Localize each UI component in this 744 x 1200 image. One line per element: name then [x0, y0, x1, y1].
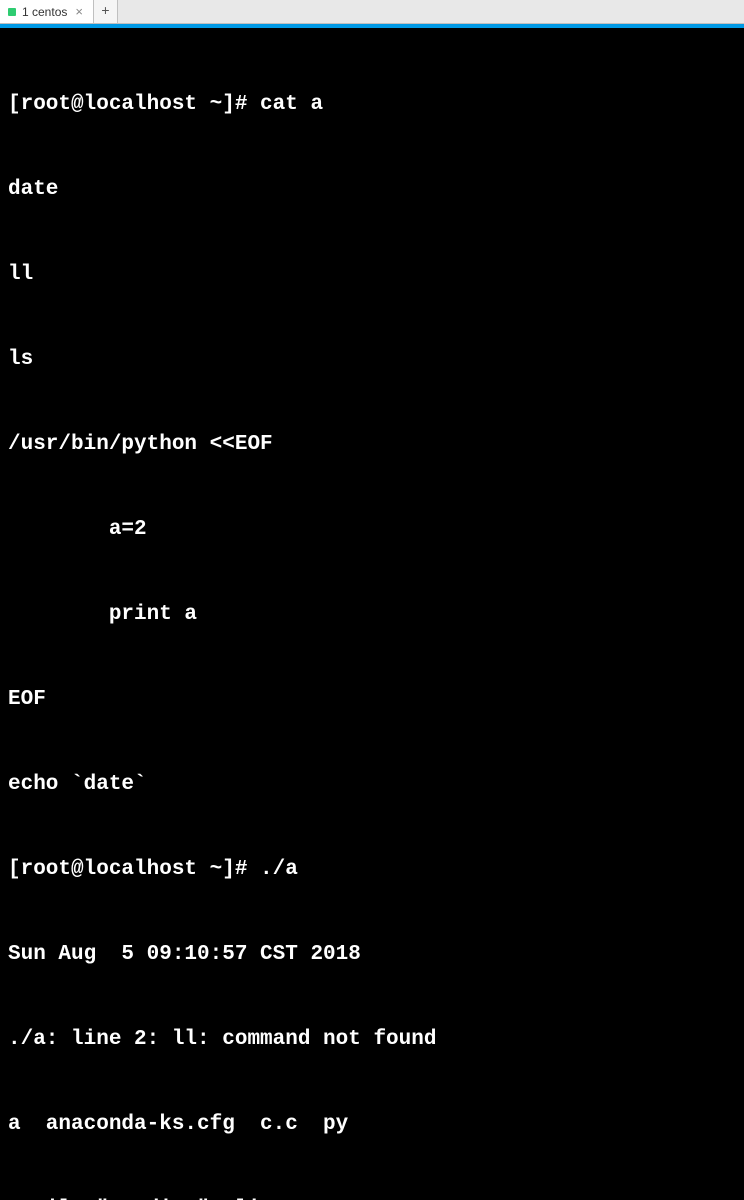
- terminal-line: [root@localhost ~]# cat a: [8, 91, 736, 119]
- terminal-line: /usr/bin/python <<EOF: [8, 431, 736, 459]
- terminal-line: [root@localhost ~]# ./a: [8, 856, 736, 884]
- terminal-line: a anaconda-ks.cfg c.c py: [8, 1111, 736, 1139]
- close-icon[interactable]: ×: [73, 4, 85, 19]
- tab-active[interactable]: 1 centos ×: [0, 0, 94, 23]
- connection-status-icon: [8, 8, 16, 16]
- terminal-line: ls: [8, 346, 736, 374]
- add-tab-button[interactable]: +: [94, 0, 118, 23]
- terminal-line: Sun Aug 5 09:10:57 CST 2018: [8, 941, 736, 969]
- terminal-line: a=2: [8, 516, 736, 544]
- tab-label: 1 centos: [22, 5, 67, 19]
- terminal-line: date: [8, 176, 736, 204]
- plus-icon: +: [101, 4, 109, 20]
- terminal-line: EOF: [8, 686, 736, 714]
- tab-bar: 1 centos × +: [0, 0, 744, 24]
- terminal-line: File "<stdin>", line 1: [8, 1196, 736, 1200]
- terminal-output[interactable]: [root@localhost ~]# cat a date ll ls /us…: [0, 28, 744, 1200]
- terminal-line: echo `date`: [8, 771, 736, 799]
- terminal-line: ll: [8, 261, 736, 289]
- terminal-line: print a: [8, 601, 736, 629]
- terminal-line: ./a: line 2: ll: command not found: [8, 1026, 736, 1054]
